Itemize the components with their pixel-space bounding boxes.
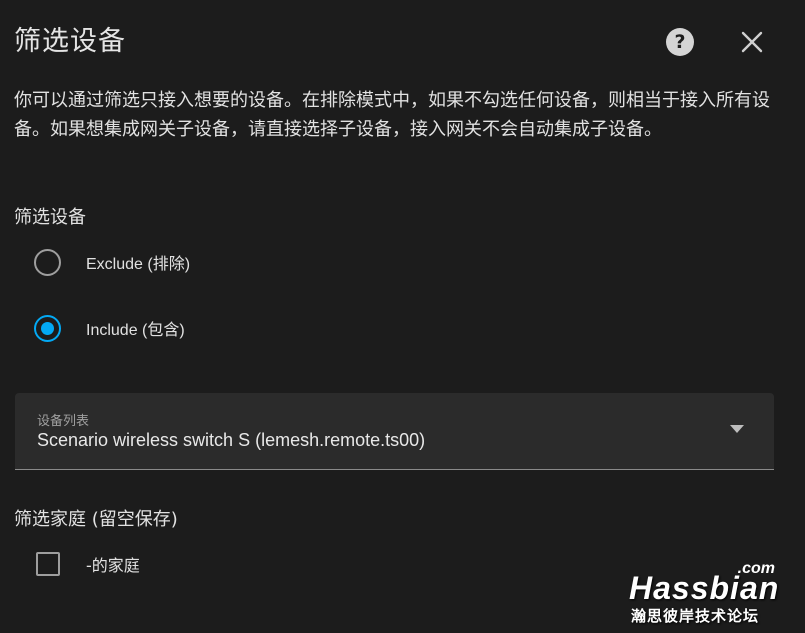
device-list-value: Scenario wireless switch S (lemesh.remot… — [37, 430, 426, 450]
close-button[interactable] — [736, 26, 768, 58]
radio-exclude-label: Exclude (排除) — [86, 256, 191, 273]
home-checkbox[interactable] — [36, 552, 60, 576]
dialog-title: 筛选设备 — [14, 26, 126, 57]
chevron-down-icon[interactable] — [730, 425, 744, 434]
device-list-label: 设备列表 — [37, 414, 90, 429]
help-button[interactable]: ? — [666, 28, 694, 56]
radio-include-label: Include (包含) — [86, 322, 185, 339]
watermark-logo: .com Hassbian 瀚思彼岸技术论坛 — [625, 560, 795, 628]
device-list-select[interactable]: 设备列表 Scenario wireless switch S (lemesh.… — [15, 393, 774, 470]
watermark-brand: Hassbian — [629, 570, 780, 606]
device-filter-title: 筛选设备 — [14, 207, 86, 228]
home-filter-title: 筛选家庭 (留空保存) — [14, 509, 178, 530]
dialog-description: 你可以通过筛选只接入想要的设备。在排除模式中，如果不勾选任何设备，则相当于接入所… — [14, 90, 770, 140]
help-icon: ? — [674, 31, 686, 53]
home-checkbox-row[interactable]: -的家庭 — [36, 551, 140, 577]
radio-include-circle[interactable] — [34, 314, 61, 342]
watermark-subtitle: 瀚思彼岸技术论坛 — [631, 607, 760, 625]
filter-devices-dialog: 筛选设备 ? 你可以通过筛选只接入想要的设备。在排除模式中，如果不勾选任何设备，… — [0, 0, 805, 633]
close-icon — [741, 31, 763, 53]
radio-exclude-circle[interactable] — [34, 248, 61, 276]
radio-exclude[interactable]: Exclude (排除) — [34, 248, 190, 276]
home-checkbox-label: -的家庭 — [86, 556, 140, 575]
radio-include[interactable]: Include (包含) — [34, 314, 185, 342]
